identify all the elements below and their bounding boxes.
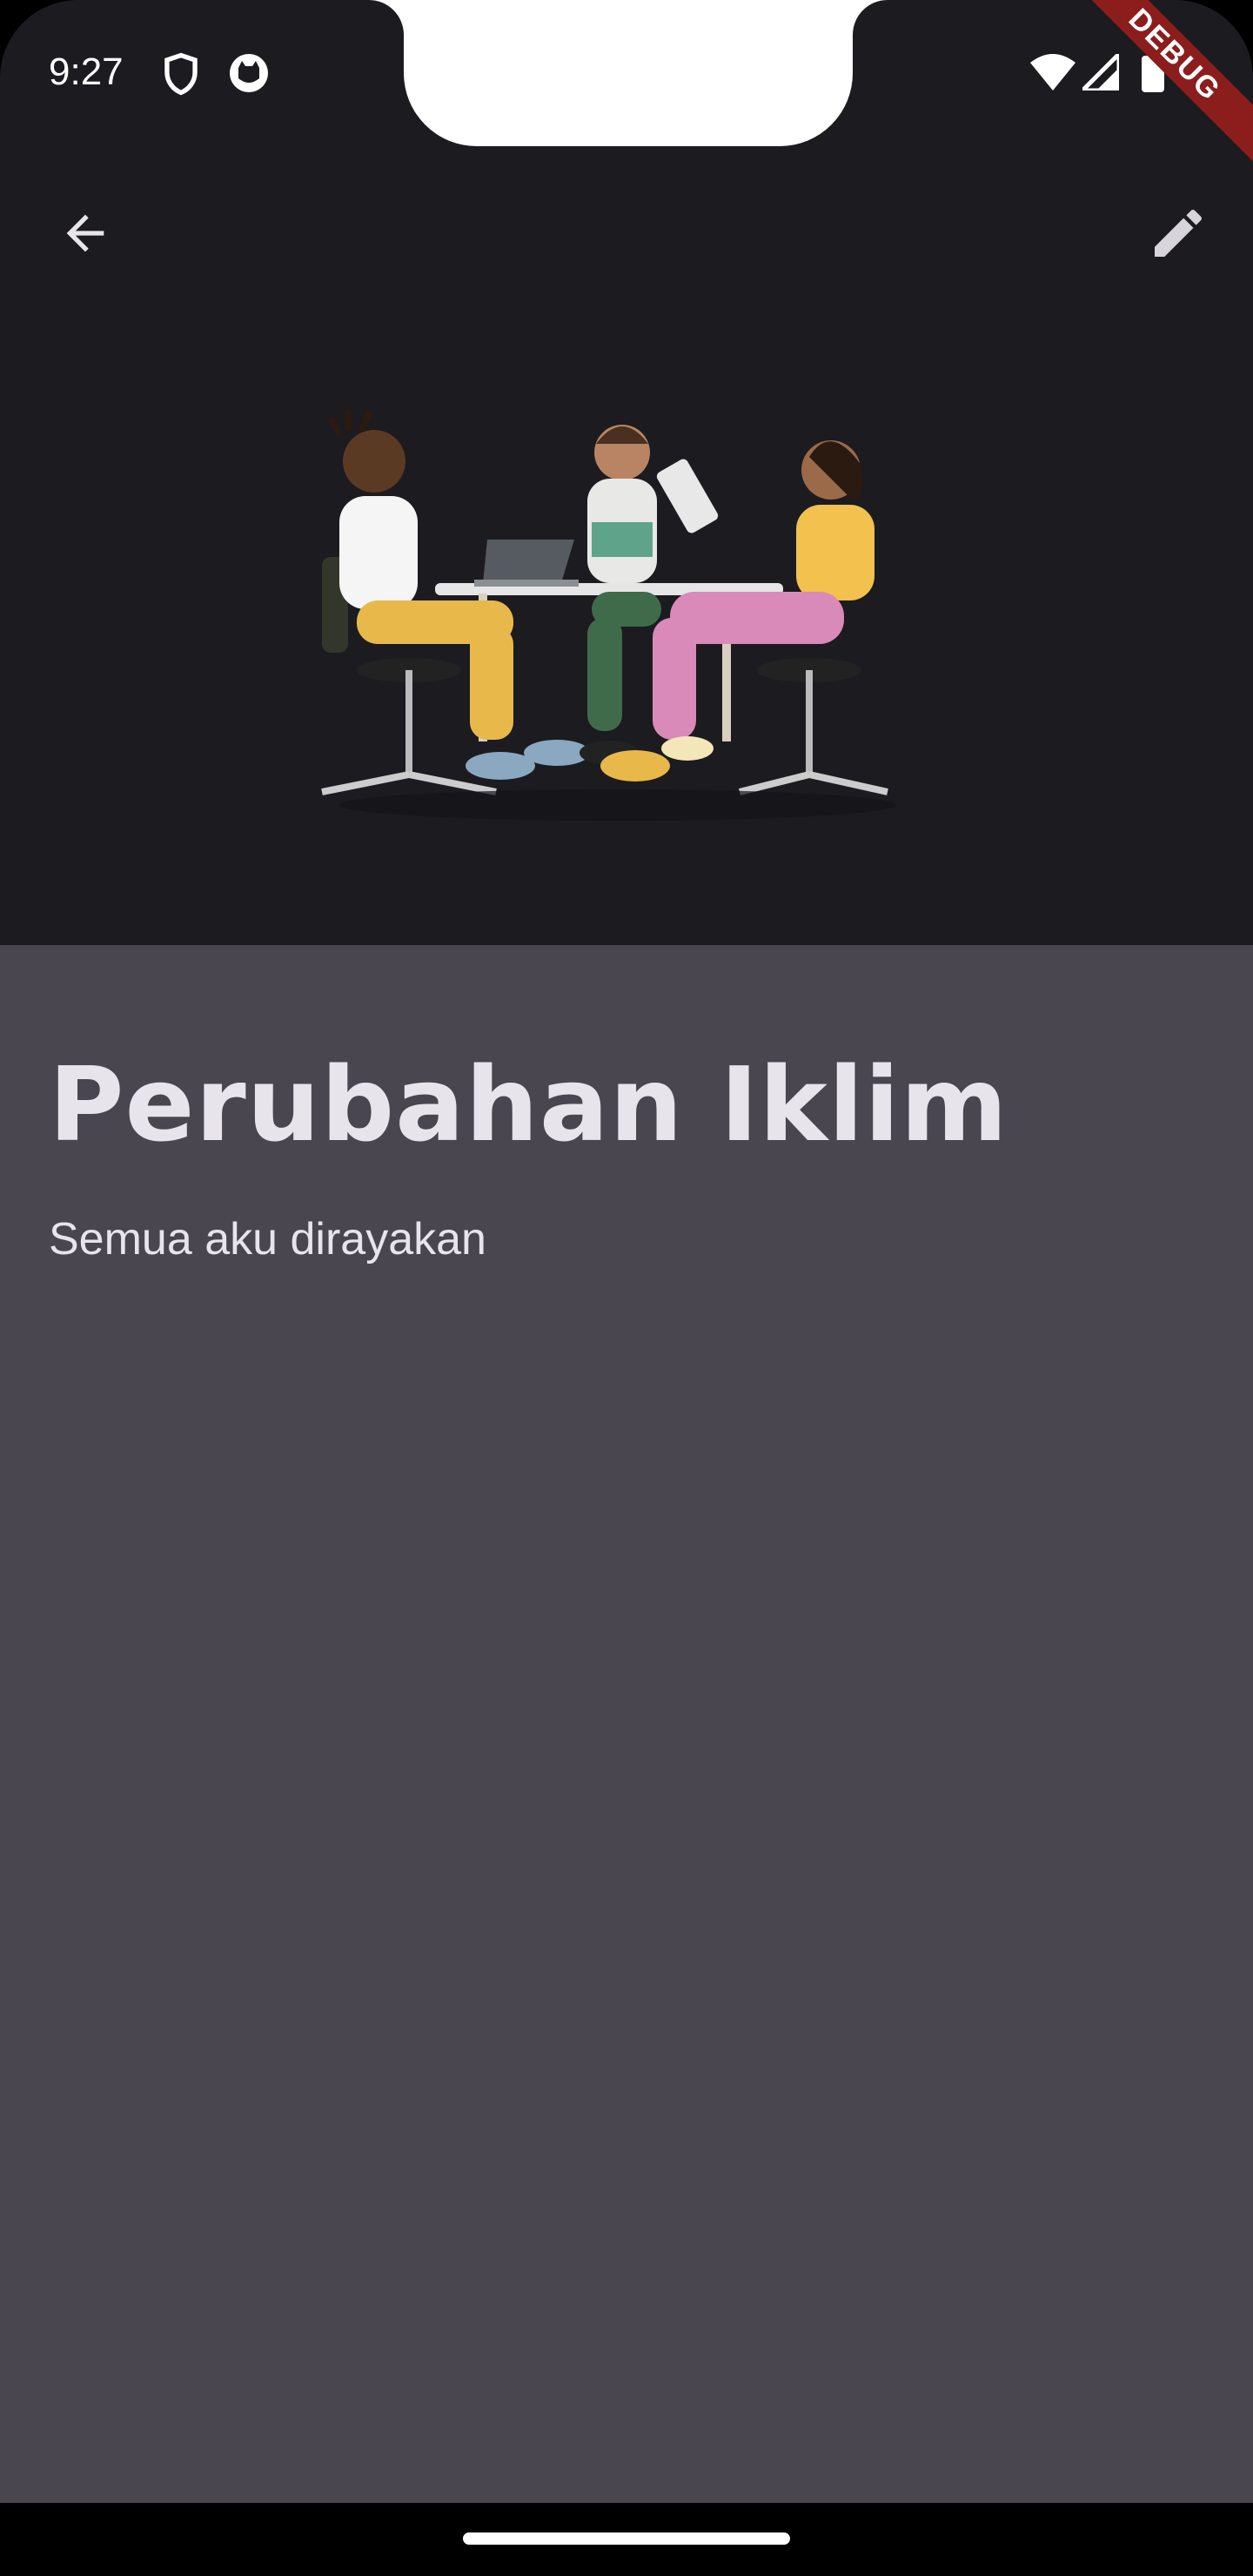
- detail-title: Perubahan Iklim: [49, 1044, 1008, 1164]
- app-screen: 9:27 DEBUG Perubahan Iklim Semua aku dir…: [0, 0, 1253, 2503]
- edit-button[interactable]: [1136, 191, 1220, 275]
- signal-icon: [1076, 48, 1122, 94]
- system-navigation-bar: [0, 2503, 1253, 2576]
- shield-icon: [162, 52, 200, 99]
- display-notch: [404, 0, 853, 146]
- arrow-back-icon: [66, 214, 104, 252]
- detail-subtitle: Semua aku dirayakan: [49, 1214, 486, 1265]
- wifi-icon: [1030, 54, 1075, 94]
- home-gesture-pill[interactable]: [463, 2532, 790, 2545]
- notch-corner: [853, 0, 888, 35]
- meeting-illustration: [321, 409, 896, 821]
- cat-icon: [228, 52, 270, 97]
- pencil-icon: [1155, 209, 1203, 257]
- status-time: 9:27: [49, 50, 124, 93]
- back-button[interactable]: [44, 191, 127, 275]
- notch-corner: [369, 0, 404, 35]
- detail-content: [0, 945, 1253, 2503]
